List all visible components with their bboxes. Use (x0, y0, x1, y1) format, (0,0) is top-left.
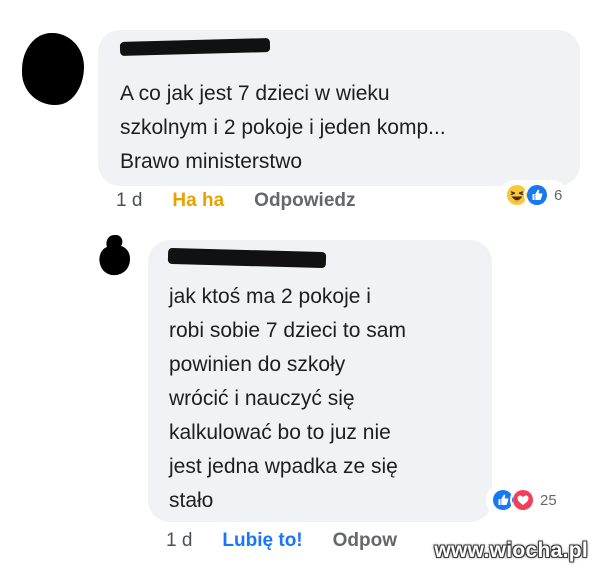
reply-text: jak ktoś ma 2 pokoje i robi sobie 7 dzie… (169, 280, 406, 518)
reply-bubble: jak ktoś ma 2 pokoje i robi sobie 7 dzie… (148, 240, 492, 522)
comment-actions: 1 d Ha ha Odpowiedz (116, 190, 356, 212)
reply-button[interactable]: Odpow (333, 530, 397, 552)
reaction-summary[interactable]: 6 (500, 180, 567, 210)
comment-line: jak ktoś ma 2 pokoje i (169, 285, 371, 308)
comment-line: wrócić i nauczyć się (169, 387, 355, 410)
haha-reaction-button[interactable]: Ha ha (172, 190, 224, 212)
avatar[interactable] (96, 232, 134, 278)
comment-line: A co jak jest 7 dzieci w wieku (120, 82, 390, 105)
avatar[interactable] (22, 33, 84, 105)
like-button[interactable]: Lubię to! (222, 530, 302, 552)
reply-button[interactable]: Odpowiedz (254, 190, 355, 212)
comment-text: A co jak jest 7 dzieci w wieku szkolnym … (120, 77, 446, 179)
timestamp[interactable]: 1 d (166, 530, 192, 552)
comment-line: jest jedna wpadka ze się (169, 455, 398, 478)
love-icon (510, 487, 536, 513)
comment-line: stało (169, 489, 214, 512)
comment-line: kalkulować bo to juz nie (169, 421, 391, 444)
watermark: www.wiocha.pl (434, 539, 588, 562)
comment-thread: A co jak jest 7 dzieci w wieku szkolnym … (0, 0, 600, 571)
reaction-count: 25 (540, 491, 557, 509)
like-icon (524, 182, 550, 208)
reaction-count: 6 (554, 186, 563, 204)
comment-line: powinien do szkoły (169, 353, 346, 376)
comment-line: robi sobie 7 dzieci to sam (169, 319, 406, 342)
reaction-summary[interactable]: 25 (486, 485, 561, 515)
reply-actions: 1 d Lubię to! Odpow (166, 530, 397, 552)
timestamp[interactable]: 1 d (116, 190, 142, 212)
comment-line: szkolnym i 2 pokoje i jeden komp... (120, 116, 446, 139)
comment-line: Brawo ministerstwo (120, 150, 303, 173)
